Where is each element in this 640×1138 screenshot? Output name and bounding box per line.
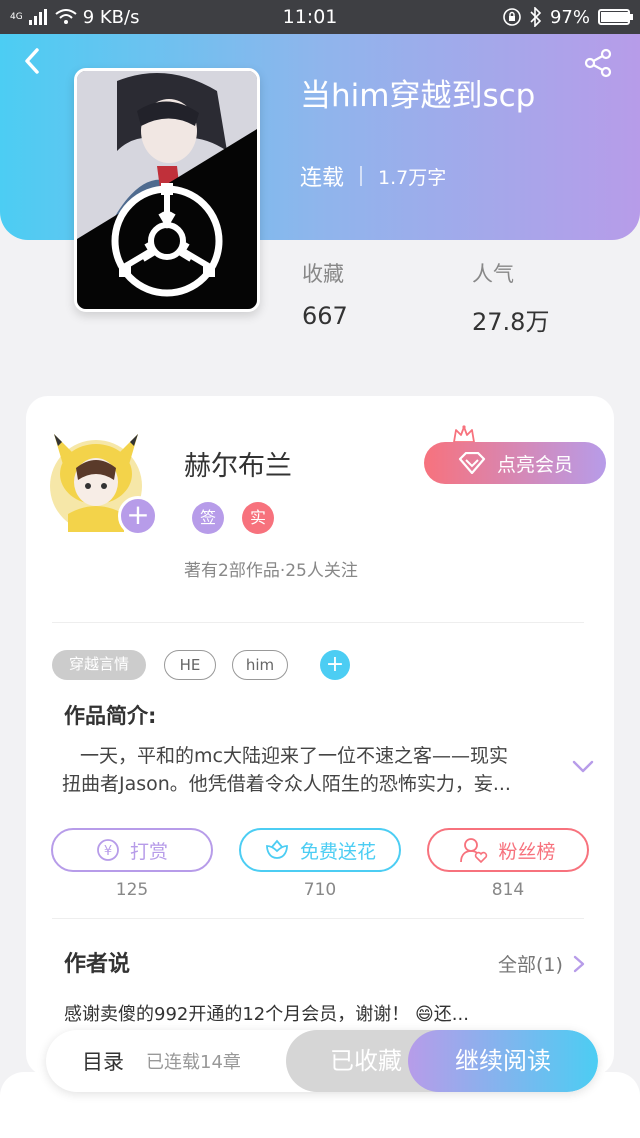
serial-status: 连载 [300, 166, 345, 191]
popularity-label: 人气 [472, 262, 514, 286]
chevron-left-icon [25, 48, 39, 74]
battery-percent: 97% [549, 6, 590, 28]
flower-icon [266, 839, 288, 859]
bluetooth-icon [530, 7, 542, 27]
toc-button[interactable]: 目录 [82, 1046, 124, 1076]
svg-text:¥: ¥ [104, 844, 112, 859]
author-name[interactable]: 赫尔布兰 [184, 444, 292, 483]
fan-count: 814 [491, 880, 525, 900]
fan-ranking-button[interactable]: 粉丝榜 [427, 828, 589, 872]
intro-text: 一天，平和的mc大陆迎来了一位不速之客——现实 扭曲者Jason。他凭借着令众人… [62, 742, 550, 798]
battery-icon [598, 9, 633, 25]
popularity-stat: 人气 27.8万 [472, 258, 549, 337]
lock-rotation-icon [503, 8, 521, 26]
chapter-status: 已连载14章 [146, 1052, 241, 1073]
chevron-right-icon [573, 955, 585, 972]
intro-line-2: 扭曲者Jason。他凭借着令众人陌生的恐怖实力，妄... [62, 773, 511, 795]
tag-genre[interactable]: 穿越言情 [52, 650, 146, 680]
vip-button[interactable]: 点亮会员 [424, 442, 606, 484]
tag-him[interactable]: him [232, 650, 288, 680]
tip-count: 125 [115, 880, 149, 900]
wifi-icon [55, 9, 77, 24]
chevron-down-icon[interactable] [570, 756, 596, 776]
network-type: 4G [10, 12, 23, 22]
signal-icon [28, 9, 47, 25]
send-flower-button[interactable]: 免费送花 [239, 828, 401, 872]
share-button[interactable] [584, 48, 614, 78]
status-bar: 4G 9 KB/s 11:01 97% [0, 0, 640, 34]
clock: 11:01 [282, 6, 338, 28]
cover-art-image [77, 71, 257, 309]
intro-title: 作品简介: [64, 704, 157, 728]
meta-divider [360, 166, 363, 186]
crown-icon [453, 425, 475, 443]
signed-badge: 签 [192, 502, 224, 534]
favorites-label: 收藏 [302, 262, 344, 286]
verified-badge: 实 [242, 502, 274, 534]
author-stats: 著有2部作品·25人关注 [184, 561, 358, 581]
favorites-stat: 收藏 667 [302, 258, 348, 330]
book-meta: 连载 1.7万字 [300, 160, 446, 192]
book-cover[interactable] [74, 68, 260, 312]
diamond-icon [458, 452, 486, 474]
yen-coin-icon: ¥ [97, 839, 119, 861]
author-says-all-label: 全部(1) [498, 954, 563, 976]
add-tag-button[interactable]: + [320, 650, 350, 680]
network-speed: 9 KB/s [82, 6, 140, 28]
share-icon [584, 48, 612, 78]
author-says-text[interactable]: 感谢卖傻的992开通的12个月会员，谢谢！ 😄还... [64, 1000, 564, 1026]
popularity-value: 27.8万 [472, 308, 550, 336]
author-says-all-button[interactable]: 全部(1) [498, 950, 585, 977]
author-says-title: 作者说 [64, 952, 131, 977]
vip-button-label: 点亮会员 [496, 453, 573, 476]
fan-ranking-label: 粉丝榜 [498, 840, 556, 863]
bottom-action-bar: 目录 已连载14章 已收藏 继续阅读 [46, 1030, 598, 1092]
flower-count: 710 [303, 880, 337, 900]
user-heart-icon [460, 838, 488, 863]
favorites-value: 667 [302, 302, 348, 330]
tag-he[interactable]: HE [164, 650, 216, 680]
tip-label: 打赏 [129, 840, 168, 863]
follow-author-button[interactable]: + [118, 496, 158, 536]
send-flower-label: 免费送花 [299, 840, 376, 863]
divider [52, 918, 584, 919]
word-count: 1.7万字 [378, 166, 447, 189]
tip-button[interactable]: ¥ 打赏 [51, 828, 213, 872]
continue-reading-button[interactable]: 继续阅读 [408, 1030, 598, 1092]
intro-line-1: 一天，平和的mc大陆迎来了一位不速之客——现实 [80, 745, 508, 767]
back-button[interactable] [22, 46, 52, 76]
divider [52, 622, 584, 623]
book-title: 当him穿越到scp [300, 78, 536, 114]
